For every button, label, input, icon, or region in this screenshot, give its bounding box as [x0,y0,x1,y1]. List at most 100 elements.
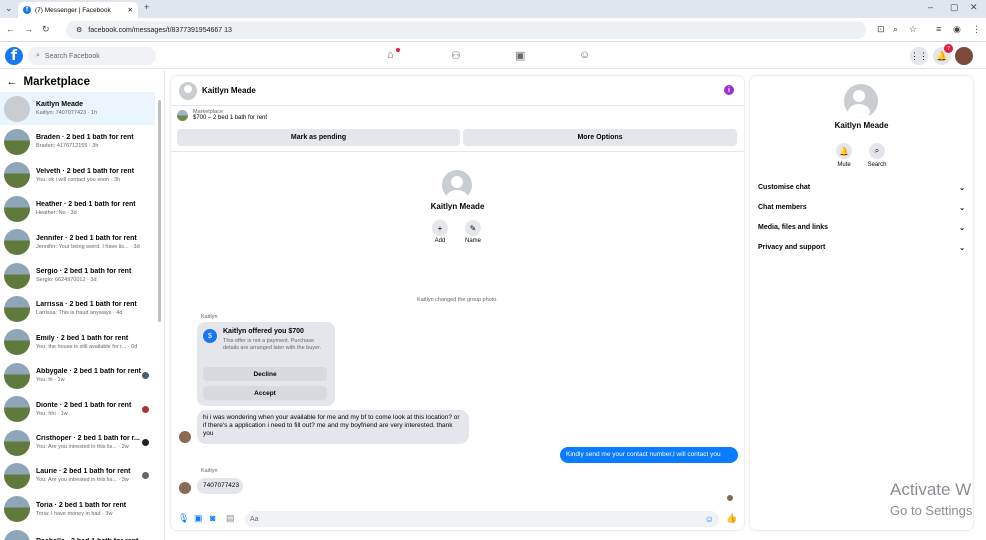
friends-icon[interactable]: ⚇ [451,49,461,62]
conversation-item[interactable]: Larrissa · 2 bed 1 bath for rent Larrissa… [0,292,155,325]
details-avatar[interactable] [844,84,878,118]
conversation-text: Heather · 2 bed 1 bath for rent Heather: … [36,201,155,216]
more-options-button[interactable]: More Options [463,129,737,146]
mute-icon[interactable]: 🔔 [836,143,852,159]
conversation-avatar [4,329,30,356]
facebook-logo-icon[interactable]: f [5,47,23,65]
conversation-item[interactable]: Kaitlyn Meade Kaitlyn: 7407077423 · 1h [0,92,155,125]
chat-panel: Kaitlyn Meade i Marketplace $700 – 2 bed… [171,76,744,530]
message-placeholder: Aa [250,515,259,523]
left-title: Marketplace [23,76,90,88]
privacy-support-row[interactable]: Privacy and support ⌄ [758,244,965,252]
notification-badge: 7 [944,44,953,53]
conversation-item[interactable]: Sergio · 2 bed 1 bath for rent Sergio: 66… [0,259,155,292]
add-label: Add [434,238,446,244]
conversation-text: Larrissa · 2 bed 1 bath for rent Larrissa… [36,301,155,316]
profile-name: Kaitlyn Meade [430,202,485,211]
gif-icon[interactable]: ▤ [226,513,235,524]
mark-as-pending-button[interactable]: Mark as pending [177,129,460,146]
info-icon[interactable]: i [724,85,734,95]
back-arrow-icon[interactable]: ← [6,76,18,88]
listing-info[interactable]: Marketplace $700 – 2 bed 1 bath for rent [177,109,267,121]
conversation-text: Cristhoper · 2 bed 1 bath for r... You: A… [36,435,142,450]
browser-tab[interactable]: f (7) Messenger | Facebook ✕ [18,2,138,18]
conversation-title: Sergio · 2 bed 1 bath for rent [36,268,132,275]
chevron-down-icon: ⌄ [959,205,965,212]
conversation-avatar [4,195,30,222]
decline-button[interactable]: Decline [203,367,327,381]
like-icon[interactable]: 👍 [726,513,737,524]
back-icon[interactable]: ← [6,25,15,34]
emoji-icon[interactable]: ☺ [705,514,714,524]
left-header: ← Marketplace [6,76,90,88]
site-info-icon[interactable]: ⚙ [76,26,82,34]
chat-members-row[interactable]: Chat members ⌄ [758,204,965,212]
chat-avatar[interactable] [179,81,197,100]
new-tab-icon[interactable]: + [144,3,149,12]
seen-avatar [727,495,733,501]
maximize-icon[interactable]: ▢ [950,3,959,12]
home-icon[interactable]: ⌂ [387,49,394,61]
conversation-item[interactable]: Heather · 2 bed 1 bath for rent Heather: … [0,192,155,225]
chevron-down-icon: ⌄ [959,185,965,192]
conversation-item[interactable]: Dionte · 2 bed 1 bath for rent You: hhi ·… [0,393,155,426]
account-avatar[interactable] [955,47,973,65]
media-files-row[interactable]: Media, files and links ⌄ [758,224,965,232]
install-icon[interactable]: ⊡ [877,25,885,34]
conversation-preview: Kaitlyn: 7407077423 · 1h [36,110,98,116]
conversation-preview: Larrissa: This is fraud anyways · 4d [36,310,123,317]
search-placeholder: Search Facebook [44,52,100,60]
photo-icon[interactable]: ▣ [194,513,203,524]
left-scrollbar[interactable] [158,100,161,322]
read-receipt-avatar [142,439,149,446]
offer-title: Kaitlyn offered you $700 [223,328,304,335]
conversation-item[interactable]: Emily · 2 bed 1 bath for rent You: the ho… [0,326,155,359]
menu-grid-icon[interactable]: ⋮⋮ [910,47,928,65]
profile-icon[interactable]: ◉ [953,25,961,34]
accept-button[interactable]: Accept [203,386,327,400]
sticker-icon[interactable]: ◙ [210,513,215,523]
conversation-text: Braden · 2 bed 1 bath for rent Braden: 41… [36,134,155,149]
conversation-item[interactable]: Braden · 2 bed 1 bath for rent Braden: 41… [0,125,155,158]
marketplace-icon[interactable]: ▣ [515,49,525,62]
reload-icon[interactable]: ↻ [42,25,50,34]
conversation-item[interactable]: Abbygale · 2 bed 1 bath for rent You: hi … [0,359,155,392]
gaming-icon[interactable]: ☺ [579,49,590,61]
conversation-item[interactable]: Velveth · 2 bed 1 bath for rent You: ok i… [0,159,155,192]
microphone-icon[interactable]: 🎙 [178,513,189,524]
conversation-item[interactable]: Jennifer · 2 bed 1 bath for rent Jennifer… [0,226,155,259]
home-badge [396,48,400,52]
conversation-avatar [4,95,30,122]
tab-search-icon[interactable]: ⌄ [5,4,13,13]
profile-avatar[interactable] [442,170,472,200]
minimize-icon[interactable]: – [928,3,933,12]
conversation-preview: You: ok i will contact you soon · 3h [36,176,121,183]
bookmark-star-icon[interactable]: ☆ [909,25,917,34]
facebook-search-input[interactable]: ⌕ Search Facebook [28,47,156,65]
search-in-chat-icon[interactable]: ⌕ [869,143,885,159]
conversation-item[interactable]: Toria · 2 bed 1 bath for rent Toria: I ha… [0,493,155,526]
url-field[interactable]: ⚙ facebook.com/messages/t/8377391954667 … [66,21,866,39]
conversation-text: Velveth · 2 bed 1 bath for rent You: ok i… [36,168,155,183]
forward-icon[interactable]: → [24,25,33,34]
activation-watermark-sub: Go to Settings [890,503,973,518]
system-message: Kaitlyn changed the group photo. [417,297,498,303]
conversation-preview: Braden: 4176712155 · 3h [36,143,99,150]
add-person-icon[interactable]: + [432,220,448,236]
mute-label: Mute [837,162,851,168]
conversation-item[interactable]: Cristhoper · 2 bed 1 bath for r... You: A… [0,426,155,459]
customise-chat-row[interactable]: Customise chat ⌄ [758,184,965,192]
close-tab-icon[interactable]: ✕ [128,6,133,14]
chat-name[interactable]: Kaitlyn Meade [202,86,256,95]
conversation-item[interactable]: Rachelle · 2 bed 1 bath for rent [0,526,155,540]
conversation-item[interactable]: Laurie · 2 bed 1 bath for rent You: Are y… [0,459,155,492]
zoom-icon[interactable]: ⌕ [893,25,898,34]
conversation-text: Abbygale · 2 bed 1 bath for rent You: hi … [36,368,142,383]
menu-icon[interactable]: ⋮ [972,25,981,34]
edit-name-icon[interactable]: ✎ [465,220,481,236]
conversation-title: Toria · 2 bed 1 bath for rent [36,501,127,509]
close-window-icon[interactable]: ✕ [970,3,978,12]
message-input[interactable]: Aa ☺ [245,511,719,527]
incoming-message-2: 7407077423 [197,478,243,494]
media-icon[interactable]: ≡ [936,25,941,34]
